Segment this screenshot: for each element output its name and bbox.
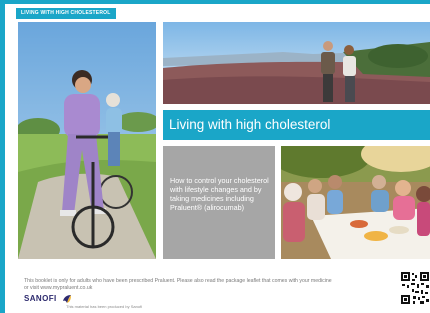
- left-accent-bar: [0, 0, 5, 313]
- qr-code-icon[interactable]: [400, 271, 430, 306]
- cyclists-photo: [18, 22, 156, 259]
- top-accent-bar: [0, 0, 430, 4]
- produced-by-note: This material has been produced by Sanof…: [66, 304, 143, 309]
- disclaimer-text: This booklet is only for adults who have…: [24, 278, 332, 291]
- couple-photo: [163, 22, 430, 104]
- sanofi-wordmark: SANOFI: [24, 294, 57, 303]
- section-tag: LIVING WITH HIGH CHOLESTEROL: [16, 8, 116, 19]
- intro-text: How to control your cholesterol with lif…: [170, 176, 269, 212]
- booklet-cover: LIVING WITH HIGH CHOLESTEROL Living with…: [0, 0, 430, 313]
- intro-panel: How to control your cholesterol with lif…: [163, 146, 275, 259]
- title-band: Living with high cholesterol: [163, 110, 430, 140]
- page-title: Living with high cholesterol: [169, 117, 331, 132]
- sanofi-bird-icon: [63, 295, 71, 303]
- dinner-party-photo: [281, 146, 430, 259]
